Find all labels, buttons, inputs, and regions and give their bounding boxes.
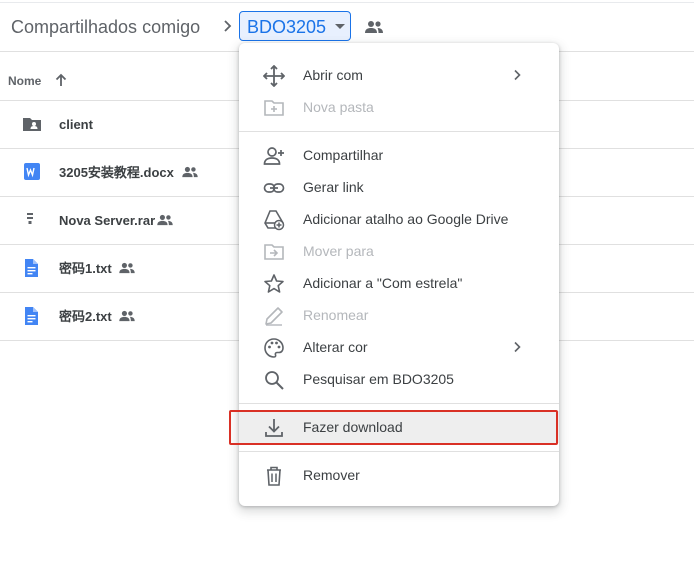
menu-item-share[interactable]: Compartilhar — [239, 139, 559, 171]
menu-divider — [239, 131, 559, 132]
file-name: 密码2.txt — [59, 309, 112, 324]
add-person-icon — [263, 147, 284, 165]
dropdown-caret-icon — [335, 24, 345, 29]
sort-arrow-up-icon[interactable] — [54, 73, 68, 87]
palette-icon — [264, 338, 284, 358]
menu-item-rename: Renomear — [239, 299, 559, 331]
move-to-folder-icon — [264, 244, 284, 260]
shared-people-icon — [119, 262, 135, 274]
chevron-right-icon — [514, 69, 521, 81]
menu-item-label: Adicionar atalho ao Google Drive — [303, 211, 509, 227]
new-folder-icon — [264, 100, 284, 116]
current-folder-label: BDO3205 — [247, 17, 327, 37]
menu-item-open-with[interactable]: Abrir com — [239, 59, 559, 91]
text-doc-icon — [25, 307, 38, 325]
menu-item-label: Remover — [303, 467, 360, 483]
add-shortcut-drive-icon — [264, 210, 285, 231]
star-icon — [264, 274, 284, 293]
search-icon — [265, 371, 284, 390]
word-doc-icon — [24, 163, 40, 180]
menu-item-label: Adicionar a "Com estrela" — [303, 275, 463, 291]
link-icon — [263, 183, 285, 193]
menu-item-search-in-folder[interactable]: Pesquisar em BDO3205 — [239, 363, 559, 395]
file-name: 密码1.txt — [59, 261, 112, 276]
shared-people-icon — [119, 310, 135, 322]
chevron-right-icon — [224, 20, 232, 32]
menu-item-add-star[interactable]: Adicionar a "Com estrela" — [239, 267, 559, 299]
shared-people-icon — [182, 166, 198, 178]
menu-divider — [239, 403, 559, 404]
shared-folder-icon — [23, 118, 41, 131]
column-header-name[interactable]: Nome — [8, 73, 41, 89]
menu-item-label: Mover para — [303, 243, 374, 259]
trash-icon — [267, 466, 281, 486]
shared-people-icon — [157, 214, 173, 226]
menu-item-change-color[interactable]: Alterar cor — [239, 331, 559, 363]
file-name: Nova Server.rar — [59, 213, 156, 228]
menu-item-label: Alterar cor — [303, 339, 368, 355]
shared-people-icon[interactable] — [364, 20, 384, 34]
menu-item-label: Nova pasta — [303, 99, 374, 115]
menu-item-label: Pesquisar em BDO3205 — [303, 371, 454, 387]
menu-item-get-link[interactable]: Gerar link — [239, 171, 559, 203]
menu-item-move-to: Mover para — [239, 235, 559, 267]
menu-item-new-folder: Nova pasta — [239, 91, 559, 123]
menu-item-label: Renomear — [303, 307, 369, 323]
menu-item-add-shortcut[interactable]: Adicionar atalho ao Google Drive — [239, 203, 559, 235]
text-doc-icon — [25, 259, 38, 277]
breadcrumb-shared-with-me[interactable]: Compartilhados comigo — [11, 16, 200, 38]
menu-item-label: Gerar link — [303, 179, 364, 195]
pencil-icon — [265, 307, 283, 326]
menu-item-remove[interactable]: Remover — [239, 459, 559, 491]
chevron-right-icon — [514, 341, 521, 353]
file-name: client — [59, 117, 93, 132]
file-name: 3205安装教程.docx — [59, 165, 174, 180]
menu-divider — [239, 451, 559, 452]
archive-icon — [27, 213, 33, 224]
breadcrumb-current-folder[interactable]: BDO3205 — [239, 11, 351, 41]
menu-item-label: Compartilhar — [303, 147, 384, 163]
annotation-highlight-box — [229, 410, 558, 445]
menu-item-label: Abrir com — [303, 67, 363, 83]
move-arrows-icon — [263, 65, 285, 87]
